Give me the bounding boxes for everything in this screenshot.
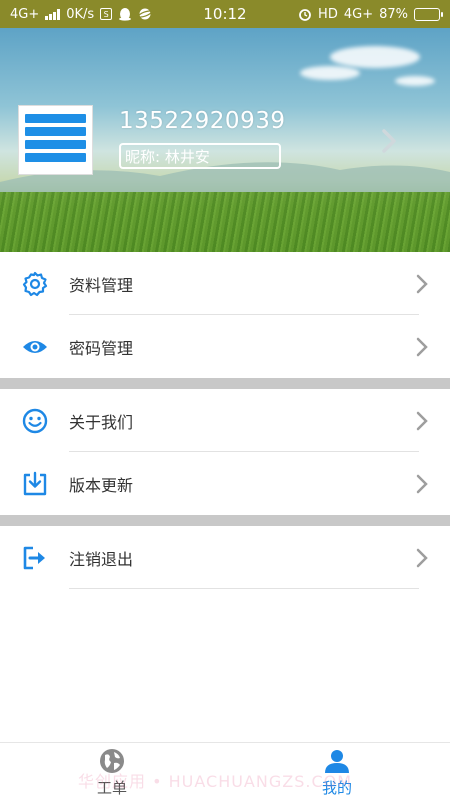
phone-number: 13522920939	[119, 108, 286, 134]
battery-icon	[414, 7, 443, 21]
browser-planet-icon	[138, 8, 153, 20]
avatar-thumbnail-bar	[25, 140, 86, 149]
network-type-right: 4G+	[343, 6, 374, 22]
chevron-right-icon	[416, 274, 428, 293]
settings-menu: 资料管理 密码管理 关于我们 版本更新 注销退出	[0, 252, 450, 589]
battery-percent: 87%	[379, 6, 408, 22]
chevron-right-icon	[416, 548, 428, 567]
hd-indicator: HD	[318, 6, 338, 22]
network-type-left: 4G+	[10, 6, 40, 22]
avatar-thumbnail-bar	[25, 153, 86, 162]
s-app-icon: S	[100, 8, 113, 20]
nickname-field[interactable]: 昵称: 林井安	[119, 143, 281, 169]
section-separator	[0, 378, 450, 389]
menu-item-label: 资料管理	[69, 275, 134, 295]
menu-item-label: 密码管理	[69, 338, 134, 358]
status-bar: 4G+ 0K/s S 10:12 HD 4G+ 87%	[0, 0, 450, 28]
logout-icon	[23, 546, 45, 569]
chevron-right-icon	[416, 411, 428, 430]
eye-icon	[23, 340, 47, 353]
network-speed: 0K/s	[66, 6, 95, 22]
cloud	[330, 46, 420, 68]
status-bar-left: 4G+ 0K/s S	[10, 6, 153, 22]
menu-item-label: 注销退出	[69, 549, 134, 569]
chevron-right-icon	[416, 474, 428, 493]
status-bar-right: HD 4G+ 87%	[298, 6, 443, 22]
chevron-right-icon	[416, 337, 428, 356]
profile-header[interactable]: 13522920939 昵称: 林井安	[0, 28, 450, 252]
chevron-right-icon[interactable]	[380, 128, 398, 154]
avatar-thumbnail-bar	[25, 114, 86, 123]
avatar[interactable]	[18, 105, 93, 175]
menu-item-about[interactable]: 关于我们	[0, 389, 450, 452]
menu-item-update[interactable]: 版本更新	[0, 452, 450, 515]
signal-icon	[45, 8, 61, 20]
gear-icon	[22, 271, 48, 296]
menu-item-label: 关于我们	[69, 412, 134, 432]
cloud	[395, 76, 435, 86]
alarm-icon	[299, 9, 311, 21]
avatar-thumbnail-bar	[25, 127, 86, 136]
qq-penguin-icon	[119, 8, 132, 21]
download-icon	[23, 471, 47, 495]
cloud	[300, 66, 360, 80]
smiley-icon	[22, 408, 48, 433]
menu-item-profile[interactable]: 资料管理	[0, 252, 450, 315]
section-separator	[0, 515, 450, 526]
divider	[69, 588, 419, 589]
menu-item-label: 版本更新	[69, 475, 134, 495]
menu-item-logout[interactable]: 注销退出	[0, 526, 450, 589]
grass-background	[0, 192, 450, 252]
watermark: 华创应用 • HUACHUANGZS.COM	[78, 772, 353, 791]
menu-item-password[interactable]: 密码管理	[0, 315, 450, 378]
